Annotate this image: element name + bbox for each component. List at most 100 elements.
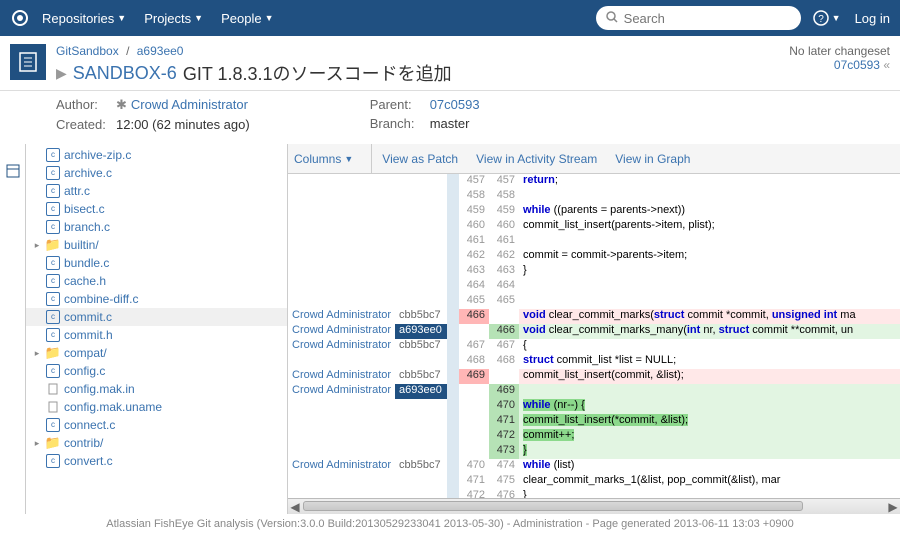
gutter [447,414,459,429]
blame-rev [395,444,447,459]
code-line: commit_list_insert(parents->item, plist)… [519,219,900,234]
file-name: attr.c [64,184,90,198]
file-tree-item[interactable]: ▸📁compat/ [26,344,287,362]
nav-repositories[interactable]: Repositories▼ [42,11,126,26]
branch-label: Branch: [370,116,430,131]
gutter [447,459,459,474]
author-link[interactable]: Crowd Administrator [131,97,248,113]
old-line-number [459,414,489,429]
old-line-number: 465 [459,294,489,309]
blame-rev[interactable]: cbb5bc7 [395,309,447,324]
old-line-number [459,324,489,339]
expand-icon[interactable]: ▸ [32,438,42,449]
file-tree-item[interactable]: ▸📁builtin/ [26,236,287,254]
horizontal-scrollbar[interactable]: ◀ ▶ [288,498,900,514]
blame-rev[interactable]: cbb5bc7 [395,339,447,354]
file-tree-item[interactable]: config.mak.uname [26,398,287,416]
caret-down-icon: ▼ [265,13,274,23]
new-line-number: 471 [489,414,519,429]
old-line-number: 460 [459,219,489,234]
code-line: void clear_commit_marks(struct commit *c… [519,309,900,324]
blame-author [288,354,395,369]
new-line-number: 473 [489,444,519,459]
blame-author[interactable]: Crowd Administrator [288,339,395,354]
blame-rev[interactable]: cbb5bc7 [395,369,447,384]
diff-table: 457457 return;458458459459 while ((paren… [288,174,900,498]
blame-author[interactable]: Crowd Administrator [288,384,395,399]
diff-body[interactable]: 457457 return;458458459459 while ((paren… [288,174,900,498]
gutter [447,309,459,324]
file-tree-item[interactable]: ccombine-diff.c [26,290,287,308]
file-tree-item[interactable]: ccommit.c [26,308,287,326]
view-activity-stream[interactable]: View in Activity Stream [476,152,597,166]
file-tree-item[interactable]: cconfig.c [26,362,287,380]
scroll-left-icon[interactable]: ◀ [288,500,302,514]
file-tree-item[interactable]: cconvert.c [26,452,287,470]
blame-rev[interactable]: cbb5bc7 [395,459,447,474]
view-in-graph[interactable]: View in Graph [615,152,690,166]
file-tree-item[interactable]: cattr.c [26,182,287,200]
blame-author[interactable]: Crowd Administrator [288,309,395,324]
nav-projects[interactable]: Projects▼ [144,11,203,26]
blame-rev [395,219,447,234]
file-icon [46,382,60,396]
file-tree-item[interactable]: config.mak.in [26,380,287,398]
diff-row: Crowd Administratorcbb5bc7467467{ [288,339,900,354]
file-tree-item[interactable]: cbranch.c [26,218,287,236]
file-tree-item[interactable]: ccache.h [26,272,287,290]
c-file-icon: c [46,328,60,342]
file-tree[interactable]: carchive-zip.ccarchive.ccattr.ccbisect.c… [26,144,288,514]
issue-key[interactable]: SANDBOX-6 [73,63,177,84]
c-file-icon: c [46,274,60,288]
expand-icon[interactable]: ▸ [32,348,42,359]
help-menu[interactable]: ? ▼ [813,10,841,26]
diff-row: 457457 return; [288,174,900,189]
blame-rev [395,474,447,489]
blame-rev [395,354,447,369]
file-tree-item[interactable]: carchive-zip.c [26,146,287,164]
c-file-icon: c [46,220,60,234]
search-input[interactable] [624,11,791,26]
blame-author[interactable]: Crowd Administrator [288,324,395,339]
columns-dropdown[interactable]: Columns▼ [294,152,353,166]
file-tree-item[interactable]: ccommit.h [26,326,287,344]
file-tree-item[interactable]: cbundle.c [26,254,287,272]
breadcrumb-rev[interactable]: a693ee0 [137,44,184,58]
new-line-number: 457 [489,174,519,189]
nav-people[interactable]: People▼ [221,11,273,26]
file-tree-item[interactable]: carchive.c [26,164,287,182]
blame-author [288,264,395,279]
diff-row: 471475 clear_commit_marks_1(&list, pop_c… [288,474,900,489]
view-as-patch[interactable]: View as Patch [382,152,458,166]
scrollbar-thumb[interactable] [303,501,803,511]
new-line-number: 466 [489,324,519,339]
blame-rev [395,204,447,219]
blame-author[interactable]: Crowd Administrator [288,459,395,474]
diff-row: Crowd Administratorcbb5bc7469 commit_lis… [288,369,900,384]
app-logo-icon[interactable] [10,8,30,28]
parent-rev-link[interactable]: 07c0593 [834,58,880,72]
old-line-number: 463 [459,264,489,279]
login-link[interactable]: Log in [855,11,890,26]
file-tree-item[interactable]: cconnect.c [26,416,287,434]
expand-icon[interactable]: ▶ [56,65,67,82]
blame-author[interactable]: Crowd Administrator [288,369,395,384]
parent-link[interactable]: 07c0593 [430,97,480,112]
file-tree-item[interactable]: ▸📁contrib/ [26,434,287,452]
blame-rev[interactable]: a693ee0 [395,324,447,339]
blame-author [288,249,395,264]
scroll-right-icon[interactable]: ▶ [886,500,900,514]
blame-rev [395,234,447,249]
page-title: ▶ SANDBOX-6 GIT 1.8.3.1のソースコードを追加 [56,60,789,86]
expand-icon[interactable]: ▸ [32,240,42,251]
search-box[interactable] [596,6,801,30]
old-line-number: 469 [459,369,489,384]
caret-down-icon: ▼ [194,13,203,23]
c-file-icon: c [46,454,60,468]
rail-icon[interactable] [6,167,20,181]
breadcrumb-repo[interactable]: GitSandbox [56,44,119,58]
blame-rev[interactable]: a693ee0 [395,384,447,399]
chevron-left-icon[interactable]: « [883,58,890,72]
file-tree-item[interactable]: cbisect.c [26,200,287,218]
c-file-icon: c [46,148,60,162]
